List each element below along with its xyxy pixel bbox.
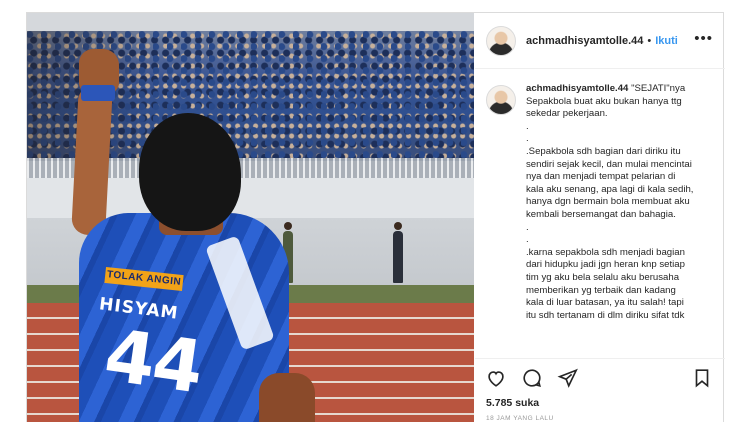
caption-line: tim yg aku bela selalu aku berusaha	[526, 271, 680, 283]
header-username[interactable]: achmadhisyamtolle.44	[526, 35, 643, 47]
caption-area: achmadhisyamtolle.44 "SEJATI"nya Sepakbo…	[475, 70, 725, 360]
raised-arm	[71, 84, 113, 236]
lower-arm	[259, 373, 315, 422]
header-separator: •	[647, 34, 652, 47]
caption-text: achmadhisyamtolle.44 "SEJATI"nya Sepakbo…	[526, 83, 711, 322]
caption-line: kala aku senang, apa lagi di kala sedih,	[526, 183, 694, 195]
caption-line: sendiri sejak kecil, dan mulai mencintai	[526, 158, 692, 170]
like-count[interactable]: 5.785 suka	[486, 397, 539, 409]
caption-line: dari hidupku jadi jgn heran knp setiap	[526, 259, 685, 271]
follow-button[interactable]: Ikuti	[655, 35, 678, 47]
caption-line: .karna sepakbola sdh menjadi bagian	[526, 246, 685, 258]
comment-icon[interactable]	[521, 367, 543, 389]
caption-line: nya dan menjadi tempat pelarian di	[526, 171, 676, 183]
caption-line: hanya dgn bermain bola membuat aku	[526, 196, 690, 208]
caption: achmadhisyamtolle.44 "SEJATI"nya Sepakbo…	[486, 83, 715, 322]
wristband	[81, 85, 115, 101]
post-header: achmadhisyamtolle.44 • Ikuti •••	[475, 13, 725, 69]
caption-username[interactable]: achmadhisyamtolle.44	[526, 83, 628, 94]
caption-first-line-text: "SEJATI"nya	[631, 83, 686, 94]
caption-line: itu sdh tertanam di dlm diriku sifat tdk	[526, 309, 685, 321]
caption-line: .	[526, 221, 529, 233]
bookmark-icon[interactable]	[691, 367, 713, 389]
caption-line: .	[526, 133, 529, 145]
caption-line: .Sepakbola sdh bagian dari diriku itu	[526, 145, 681, 157]
caption-line: .	[526, 120, 529, 132]
instagram-post: TOLAK ANGIN HISYAM 44 achmadhisyamtolle.…	[26, 12, 725, 422]
avatar[interactable]	[486, 25, 516, 56]
action-icons	[485, 367, 579, 389]
caption-line: memberikan yg terbaik dan kadang	[526, 284, 676, 296]
player-figure: TOLAK ANGIN HISYAM 44	[27, 13, 474, 422]
heart-icon[interactable]	[485, 367, 507, 389]
jersey-number: 44	[99, 312, 207, 410]
more-options-icon[interactable]: •••	[694, 30, 713, 47]
caption-line: Sepakbola buat aku bukan hanya ttg	[526, 95, 682, 107]
caption-line: kala di luar batasan, ya itu salah! tapi	[526, 297, 684, 309]
post-photo[interactable]: TOLAK ANGIN HISYAM 44	[27, 13, 474, 422]
share-icon[interactable]	[557, 367, 579, 389]
caption-avatar[interactable]	[486, 85, 516, 115]
caption-first-line: achmadhisyamtolle.44 "SEJATI"nya	[526, 83, 711, 96]
caption-line: .	[526, 234, 529, 246]
caption-line: kembali bersemangat dan bahagia.	[526, 208, 676, 220]
player-head	[139, 113, 241, 231]
caption-line: sekedar pekerjaan.	[526, 108, 608, 120]
post-sidebar: achmadhisyamtolle.44 • Ikuti ••• achmadh…	[475, 13, 725, 422]
post-timestamp[interactable]: 18 JAM YANG LALU	[486, 415, 554, 422]
post-actions: 5.785 suka 18 JAM YANG LALU	[475, 358, 725, 422]
